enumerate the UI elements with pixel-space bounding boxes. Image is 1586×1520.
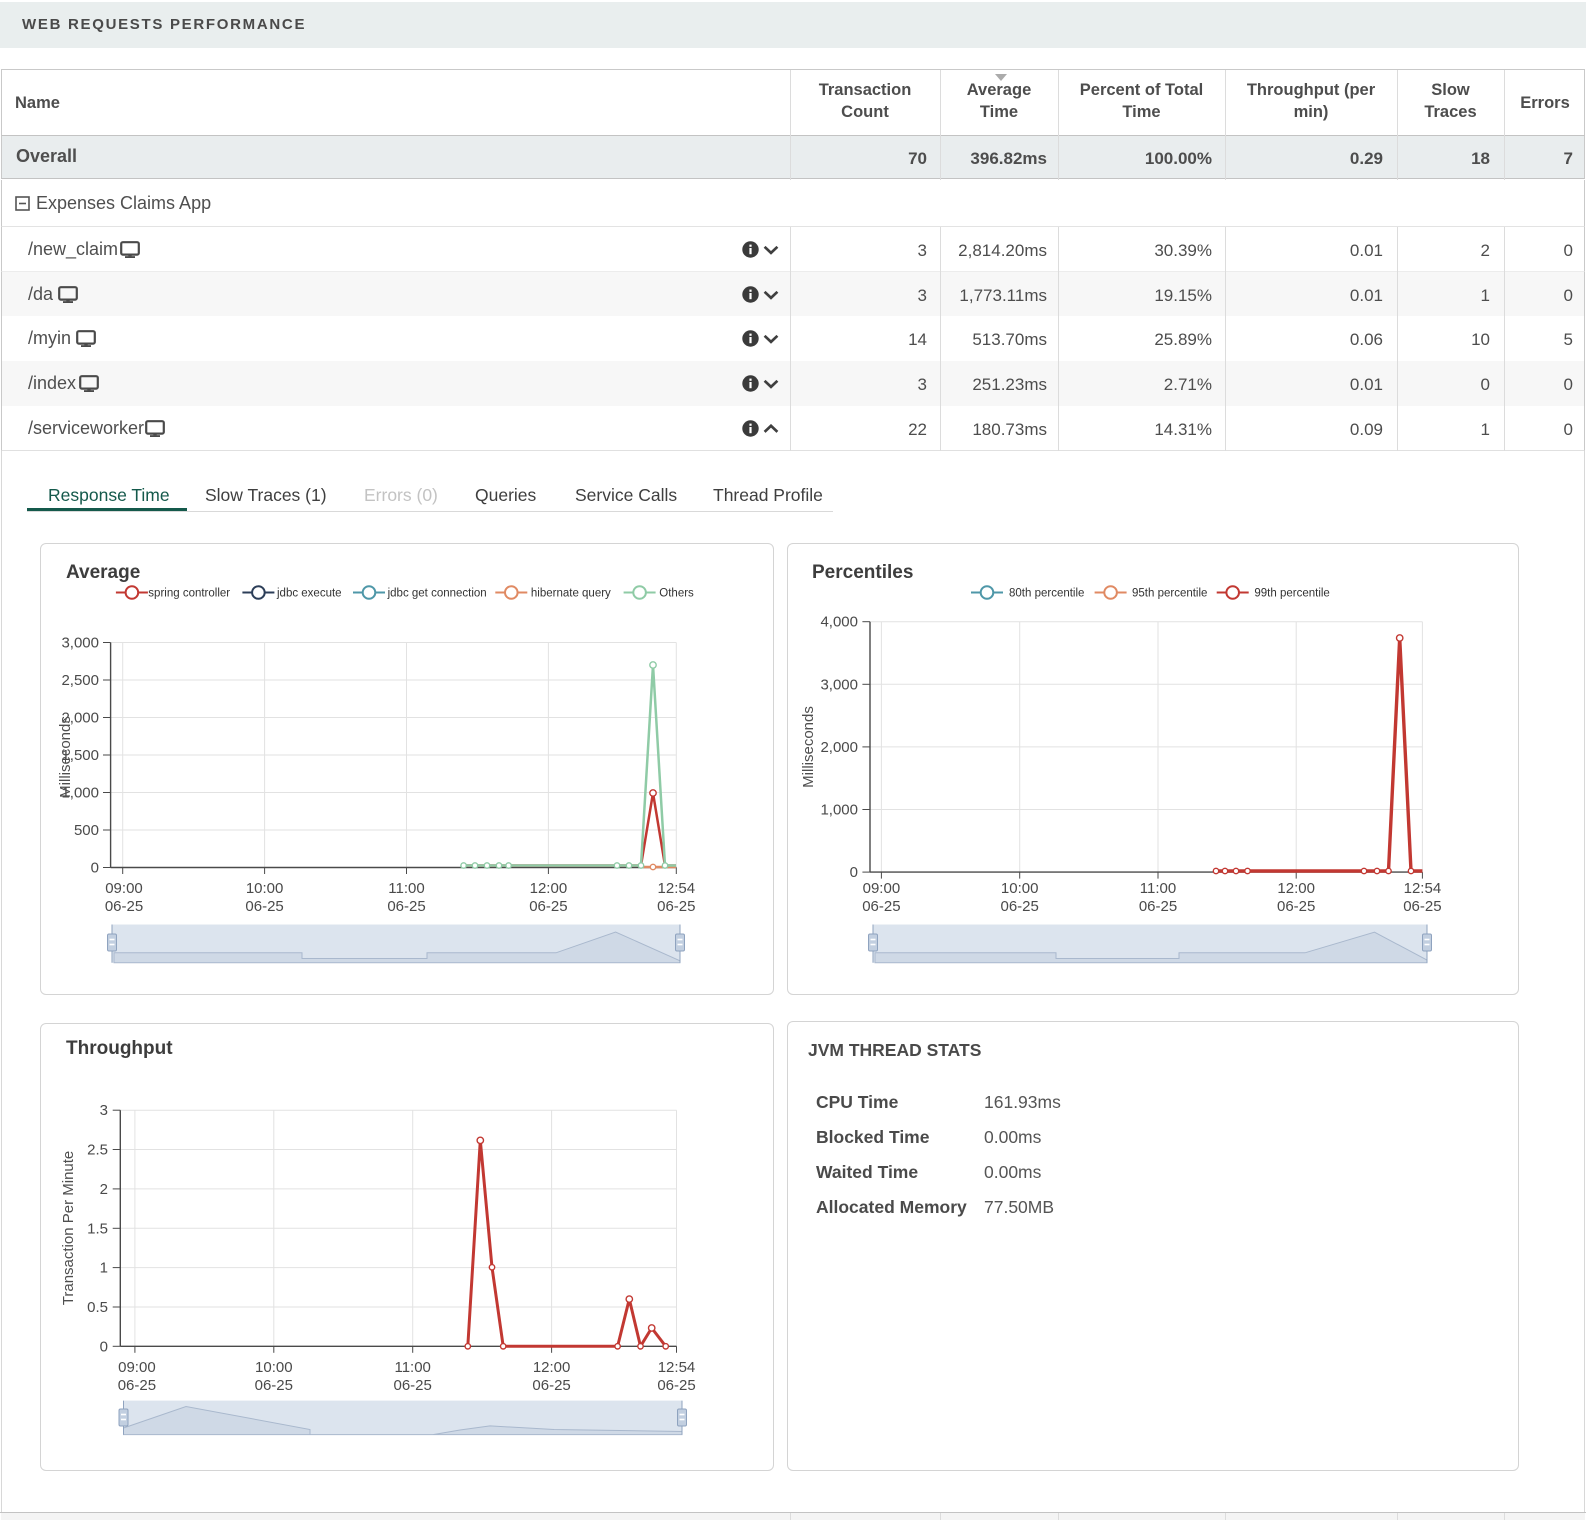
svg-text:06-25: 06-25 bbox=[1277, 898, 1315, 915]
svg-text:3,000: 3,000 bbox=[820, 676, 858, 693]
svg-text:Milliseconds: Milliseconds bbox=[800, 706, 817, 788]
svg-text:2,500: 2,500 bbox=[61, 672, 99, 689]
svg-text:06-25: 06-25 bbox=[1001, 898, 1039, 915]
svg-text:jdbc execute: jdbc execute bbox=[276, 588, 342, 600]
svg-text:06-25: 06-25 bbox=[394, 1377, 432, 1394]
svg-text:1,000: 1,000 bbox=[820, 802, 858, 819]
svg-text:10:00: 10:00 bbox=[255, 1359, 293, 1376]
svg-text:spring controller: spring controller bbox=[148, 588, 230, 600]
svg-text:4,000: 4,000 bbox=[820, 614, 858, 631]
svg-text:06-25: 06-25 bbox=[532, 1377, 570, 1394]
svg-text:06-25: 06-25 bbox=[255, 1377, 293, 1394]
svg-text:06-25: 06-25 bbox=[1139, 898, 1177, 915]
svg-text:Transaction Per Minute: Transaction Per Minute bbox=[60, 1151, 77, 1306]
svg-text:06-25: 06-25 bbox=[529, 898, 567, 915]
svg-text:0: 0 bbox=[91, 860, 99, 877]
svg-text:3: 3 bbox=[100, 1102, 108, 1119]
svg-text:12:54: 12:54 bbox=[1404, 880, 1442, 897]
svg-text:06-25: 06-25 bbox=[657, 1377, 695, 1394]
svg-text:06-25: 06-25 bbox=[105, 898, 143, 915]
svg-text:hibernate query: hibernate query bbox=[531, 588, 611, 600]
svg-text:jdbc get connection: jdbc get connection bbox=[387, 588, 487, 600]
svg-text:0.5: 0.5 bbox=[87, 1299, 108, 1316]
svg-text:11:00: 11:00 bbox=[1140, 880, 1176, 897]
svg-text:12:54: 12:54 bbox=[658, 880, 696, 897]
svg-text:12:54: 12:54 bbox=[658, 1359, 696, 1376]
svg-text:06-25: 06-25 bbox=[657, 898, 695, 915]
svg-text:99th percentile: 99th percentile bbox=[1254, 588, 1329, 600]
svg-text:500: 500 bbox=[74, 822, 99, 839]
svg-text:2.5: 2.5 bbox=[87, 1142, 108, 1159]
svg-text:80th percentile: 80th percentile bbox=[1009, 588, 1084, 600]
svg-text:06-25: 06-25 bbox=[118, 1377, 156, 1394]
svg-text:06-25: 06-25 bbox=[862, 898, 900, 915]
svg-text:12:00: 12:00 bbox=[533, 1359, 571, 1376]
svg-text:2: 2 bbox=[100, 1181, 108, 1198]
svg-text:Milliseconds: Milliseconds bbox=[57, 716, 74, 798]
svg-text:Others: Others bbox=[659, 588, 694, 600]
svg-text:06-25: 06-25 bbox=[387, 898, 425, 915]
svg-text:09:00: 09:00 bbox=[105, 880, 143, 897]
svg-text:11:00: 11:00 bbox=[394, 1359, 430, 1376]
svg-text:1: 1 bbox=[100, 1260, 108, 1277]
svg-text:0: 0 bbox=[100, 1338, 108, 1355]
svg-text:06-25: 06-25 bbox=[245, 898, 283, 915]
svg-text:12:00: 12:00 bbox=[1277, 880, 1315, 897]
svg-text:10:00: 10:00 bbox=[246, 880, 284, 897]
svg-text:09:00: 09:00 bbox=[863, 880, 901, 897]
svg-text:10:00: 10:00 bbox=[1001, 880, 1039, 897]
svg-text:1.5: 1.5 bbox=[87, 1220, 108, 1237]
svg-text:12:00: 12:00 bbox=[530, 880, 568, 897]
svg-text:3,000: 3,000 bbox=[61, 635, 99, 652]
svg-text:2,000: 2,000 bbox=[820, 739, 858, 756]
svg-text:95th percentile: 95th percentile bbox=[1132, 588, 1207, 600]
svg-text:09:00: 09:00 bbox=[118, 1359, 156, 1376]
svg-text:11:00: 11:00 bbox=[388, 880, 424, 897]
svg-text:0: 0 bbox=[850, 864, 858, 881]
svg-text:06-25: 06-25 bbox=[1403, 898, 1441, 915]
